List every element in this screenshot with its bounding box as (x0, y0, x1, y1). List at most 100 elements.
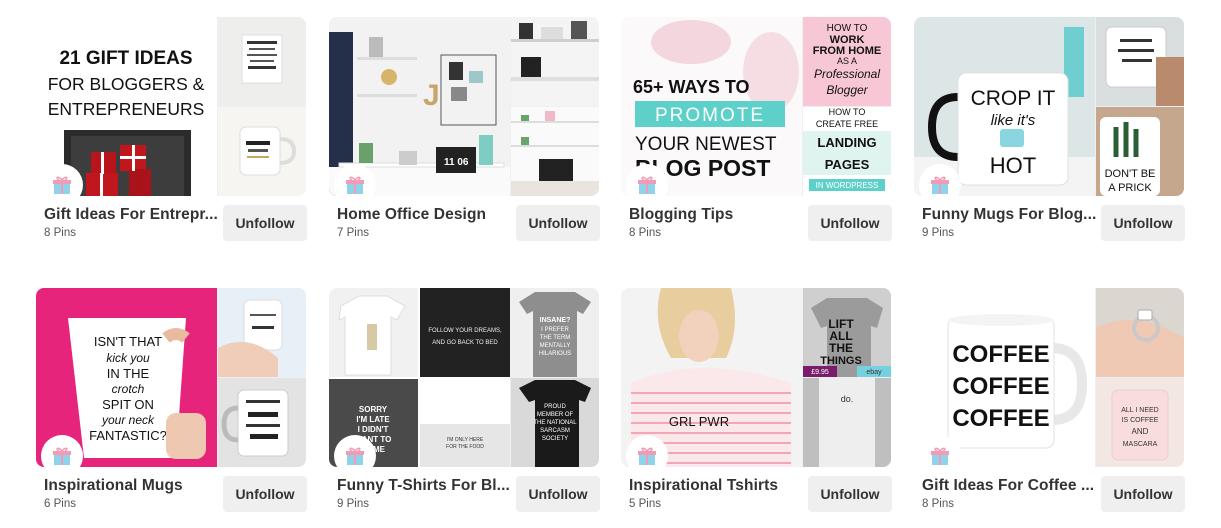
board-card[interactable]: 21 GIFT IDEAS FOR BLOGGERS & ENTREPRENEU… (36, 17, 307, 257)
unfollow-button[interactable]: Unfollow (1101, 205, 1185, 241)
cover-text: ALL I NEED (1121, 407, 1158, 414)
board-card[interactable]: CROP IT like it's HOT DON'T BE A PRICK F… (914, 17, 1185, 257)
gift-icon (346, 176, 364, 194)
unfollow-button[interactable]: Unfollow (223, 205, 307, 241)
board-cover[interactable]: FOLLOW YOUR DREAMS, AND GO BACK TO BED S… (329, 288, 599, 467)
cover-text: SARCASM (540, 428, 570, 434)
board-title[interactable]: Home Office Design (337, 206, 515, 224)
cover-text: LANDING (817, 135, 876, 150)
cover-text: IN WORDPRESS (816, 181, 879, 190)
cover-text: COFFEE (952, 341, 1049, 368)
cover-text: MASCARA (1123, 441, 1158, 448)
cover-text: FOR THE FOOD (446, 444, 484, 450)
cover-image-side: HOW TO WORK FROM HOME AS A Professional … (803, 17, 891, 106)
board-title[interactable]: Funny T-Shirts For Bl... (337, 477, 515, 495)
pin-count: 8 Pins (44, 227, 76, 239)
cover-image-side: INSANE? I PREFER THE TERM MENTALLY HILAR… (511, 288, 599, 377)
board-title[interactable]: Blogging Tips (629, 206, 807, 224)
pin-count: 7 Pins (337, 227, 369, 239)
cover-text: 65+ WAYS TO (633, 77, 750, 97)
cover-text: I PREFER (541, 327, 569, 333)
cover-text: INSANE? (540, 317, 571, 324)
cover-text: FANTASTIC? (89, 428, 167, 443)
board-cover[interactable]: 65+ WAYS TO PROMOTE YOUR NEWEST BLOG POS… (621, 17, 891, 196)
cover-text: CREATE FREE (816, 119, 878, 129)
svg-text:J: J (423, 79, 440, 112)
cover-text: MEMBER OF (537, 412, 574, 418)
cover-text: your neck (101, 413, 155, 427)
cover-text: I DIDN'T (358, 425, 389, 434)
board-cover[interactable]: COFFEE COFFEE COFFEE ALL I NEED IS COFFE… (914, 288, 1184, 467)
board-card[interactable]: COFFEE COFFEE COFFEE ALL I NEED IS COFFE… (914, 288, 1185, 528)
unfollow-button[interactable]: Unfollow (1101, 476, 1185, 512)
board-card[interactable]: ISN'T THAT kick you IN THE crotch SPIT O… (36, 288, 307, 528)
unfollow-button[interactable]: Unfollow (516, 476, 600, 512)
board-title[interactable]: Funny Mugs For Blog... (922, 206, 1100, 224)
board-owner-avatar[interactable] (336, 437, 374, 475)
board-owner-avatar[interactable] (628, 437, 666, 475)
board-owner-avatar[interactable] (336, 166, 374, 204)
pin-count: 8 Pins (629, 227, 661, 239)
cover-image-side: DON'T BE A PRICK (1096, 107, 1184, 196)
board-cover[interactable]: CROP IT like it's HOT DON'T BE A PRICK (914, 17, 1184, 196)
board-title[interactable]: Inspirational Mugs (44, 477, 222, 495)
cover-text: THE TERM (540, 335, 571, 341)
board-card[interactable]: FOLLOW YOUR DREAMS, AND GO BACK TO BED S… (329, 288, 600, 528)
cover-image-side (218, 107, 306, 196)
unfollow-button[interactable]: Unfollow (516, 205, 600, 241)
cover-text: HOT (990, 153, 1036, 178)
pin-count: 6 Pins (44, 498, 76, 510)
board-cover[interactable]: 21 GIFT IDEAS FOR BLOGGERS & ENTREPRENEU… (36, 17, 306, 196)
board-title[interactable]: Gift Ideas For Coffee ... (922, 477, 1100, 495)
board-cover[interactable]: GRL PWR LIFT ALL THE THINGS £9.95 ebay d… (621, 288, 891, 467)
cover-text: COFFEE (952, 405, 1049, 432)
board-owner-avatar[interactable] (921, 437, 959, 475)
cover-text: SORRY (359, 405, 388, 414)
gift-icon (931, 176, 949, 194)
gift-icon (53, 176, 71, 194)
board-owner-avatar[interactable] (43, 437, 81, 475)
cover-text: MENTALLY (540, 343, 571, 349)
board-card[interactable]: 65+ WAYS TO PROMOTE YOUR NEWEST BLOG POS… (621, 17, 892, 257)
board-title[interactable]: Gift Ideas For Entrepr... (44, 206, 222, 224)
cover-text: ISN'T THAT (94, 334, 162, 349)
cover-text: Blogger (826, 83, 868, 97)
board-title[interactable]: Inspirational Tshirts (629, 477, 807, 495)
unfollow-button[interactable]: Unfollow (223, 476, 307, 512)
cover-image-side (1096, 17, 1184, 106)
unfollow-button[interactable]: Unfollow (808, 205, 892, 241)
cover-image-side: PROUD MEMBER OF THE NATIONAL SARCASM SOC… (511, 378, 599, 467)
pin-count: 8 Pins (922, 498, 954, 510)
board-card[interactable]: GRL PWR LIFT ALL THE THINGS £9.95 ebay d… (621, 288, 892, 528)
cover-text: IS COFFEE (1122, 417, 1159, 424)
gift-icon (638, 447, 656, 465)
gift-icon (53, 447, 71, 465)
cover-text: CROP IT (971, 87, 1056, 110)
cover-image-side (511, 107, 599, 196)
cover-text: ebay (866, 369, 882, 376)
cover-text: crotch (112, 382, 145, 396)
cover-image-side (218, 17, 306, 106)
cover-text: PROUD (544, 404, 566, 410)
cover-text: THINGS (820, 355, 862, 367)
cover-image-side (511, 17, 599, 106)
pin-count: 5 Pins (629, 498, 661, 510)
cover-text: THE NATIONAL (533, 420, 577, 426)
cover-text: 11 06 (444, 157, 469, 168)
cover-text: AND (1132, 427, 1149, 436)
board-card[interactable]: J 11 06 Home Office Design 7 Pins Unfoll… (329, 17, 600, 257)
board-cover[interactable]: ISN'T THAT kick you IN THE crotch SPIT O… (36, 288, 306, 467)
cover-text: THE (829, 341, 853, 355)
board-owner-avatar[interactable] (921, 166, 959, 204)
gift-icon (638, 176, 656, 194)
cover-text: ENTREPRENEURS (48, 99, 205, 119)
cover-text: A PRICK (1108, 182, 1152, 194)
cover-image-side (218, 378, 306, 467)
cover-text: COFFEE (952, 373, 1049, 400)
unfollow-button[interactable]: Unfollow (808, 476, 892, 512)
board-cover[interactable]: J 11 06 (329, 17, 599, 196)
pin-count: 9 Pins (337, 498, 369, 510)
board-owner-avatar[interactable] (43, 166, 81, 204)
board-owner-avatar[interactable] (628, 166, 666, 204)
cover-text: SOCIETY (542, 436, 568, 442)
